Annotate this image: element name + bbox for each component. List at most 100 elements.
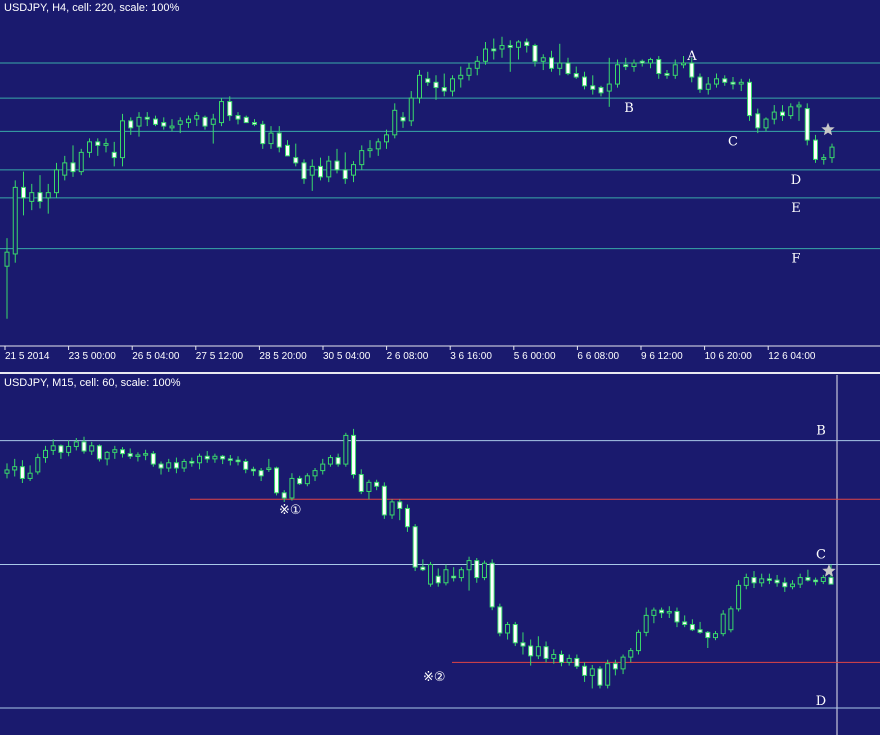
candle-body-up (384, 134, 389, 143)
level-label-d: D (791, 173, 801, 188)
candle-body-down (397, 501, 403, 509)
candle-body-up (789, 583, 795, 588)
candle-body-down (281, 492, 287, 499)
h4-chart-panel[interactable]: A B C D E F 21 5 2014 23 5 00:00 26 5 04:00 27 5 … (0, 0, 880, 370)
candle-body-down (497, 606, 503, 634)
candle-body-up (210, 118, 216, 125)
candle-body-down (747, 81, 752, 117)
level-label-c: C (816, 548, 826, 563)
candle-body-up (428, 564, 434, 585)
candle-body-up (466, 560, 472, 571)
m15-chart-panel[interactable]: B C D ※① ※② USDJPY, M15, cell: 60, scale: 10… (0, 375, 880, 735)
candle-body-down (766, 578, 772, 581)
candle-body-down (285, 144, 290, 157)
candle-body-up (829, 146, 835, 159)
candle-body-down (598, 87, 604, 94)
candle-body-up (738, 81, 744, 85)
m15-chart-title: USDJPY, M15, cell: 60, scale: 100% (4, 377, 181, 389)
candle-body-down (161, 122, 167, 127)
panel-divider-line[interactable] (0, 372, 880, 374)
candle-body-down (400, 116, 406, 122)
candle-body-up (759, 578, 765, 584)
time-label: 26 5 04:00 (132, 351, 180, 362)
candle-body-up (120, 120, 125, 159)
candle-body-down (659, 609, 665, 614)
candle-body-up (27, 472, 33, 479)
candle-body-down (813, 139, 818, 160)
level-label-d: D (816, 694, 826, 709)
candle-body-up (736, 584, 742, 610)
candle-body-down (276, 132, 282, 148)
candle-body-down (543, 646, 549, 659)
candle-body-up (458, 569, 464, 579)
candle-body-down (639, 60, 645, 64)
candle-body-up (112, 449, 118, 453)
candle-body-up (589, 668, 595, 676)
candle-body-up (389, 501, 395, 516)
candle-body-up (466, 67, 472, 76)
candle-body-up (29, 192, 35, 202)
candle-body-up (635, 631, 641, 652)
candle-body-down (335, 457, 341, 465)
candle-body-up (12, 466, 18, 471)
m15-chart-canvas[interactable]: B C D ※① ※② (0, 375, 880, 735)
candle-body-up (681, 62, 686, 66)
candle-body-up (771, 111, 777, 120)
candle-body-up (219, 101, 224, 124)
star-marker (821, 122, 835, 136)
candle-body-up (320, 463, 326, 472)
candle-body-up (788, 106, 794, 117)
candle-body-up (181, 460, 187, 469)
candle-body-up (408, 97, 414, 122)
candle-body-up (351, 164, 356, 176)
time-label: 28 5 20:00 (259, 351, 307, 362)
h4-chart-canvas[interactable]: ABCDEF21 5 2014 23 5 00:00 26 5 04:00 27 5 … (0, 0, 880, 370)
candle-body-up (359, 150, 365, 166)
candle-body-up (714, 78, 719, 85)
candle-body-up (212, 455, 218, 460)
candle-body-up (177, 120, 183, 125)
candle-body-up (289, 477, 295, 499)
candle-body-down (96, 445, 102, 460)
candle-body-up (392, 109, 398, 136)
candle-body-down (697, 76, 703, 90)
time-label: 23 5 00:00 (69, 351, 117, 362)
candle-body-up (450, 78, 455, 92)
candle-body-up (728, 608, 734, 631)
candle-body-down (227, 458, 233, 461)
candle-body-up (136, 116, 142, 127)
candle-body-up (135, 454, 141, 457)
level-label-e: E (791, 201, 801, 216)
candle-body-down (301, 162, 307, 180)
level-label-f: F (791, 252, 800, 267)
time-label: 21 5 2014 (5, 351, 50, 362)
candle-body-down (150, 453, 156, 465)
candle-body-up (43, 449, 49, 459)
candle-body-up (87, 141, 92, 153)
candle-body-down (532, 45, 538, 62)
candle-body-down (220, 455, 226, 460)
candle-body-up (266, 467, 272, 470)
candle-body-up (705, 83, 711, 90)
time-label: 5 6 00:00 (514, 351, 556, 362)
candle-body-down (441, 87, 447, 92)
candle-body-up (540, 57, 546, 62)
candle-body-down (58, 445, 64, 453)
candle-body-down (524, 41, 530, 47)
candle-body-down (474, 560, 480, 579)
candle-body-up (643, 614, 649, 633)
candle-body-down (451, 575, 457, 579)
candle-body-down (202, 116, 208, 127)
candle-body-down (351, 434, 357, 476)
candle-body-down (111, 151, 117, 159)
candle-body-up (651, 609, 657, 616)
level-label-c: C (728, 134, 738, 149)
chart-window: A B C D E F 21 5 2014 23 5 00:00 26 5 04:00 27 5 … (0, 0, 880, 735)
candle-body-down (120, 449, 126, 455)
candle-body-down (381, 485, 387, 516)
level-label-b: B (816, 424, 826, 439)
candle-body-down (334, 160, 340, 171)
candle-body-down (623, 64, 629, 68)
candle-body-up (796, 104, 802, 108)
candle-body-up (66, 445, 72, 453)
